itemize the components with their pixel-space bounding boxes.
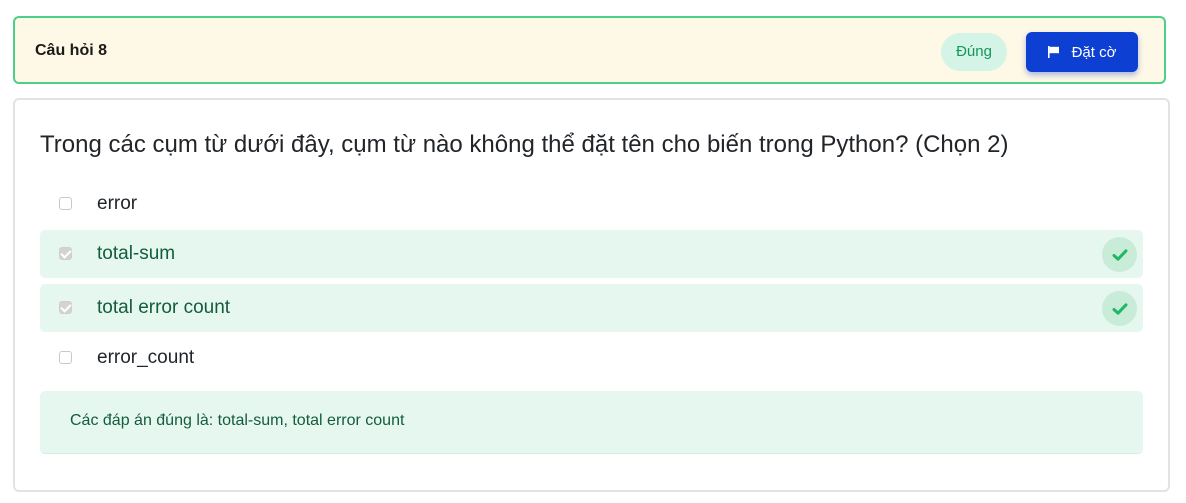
check-icon (1102, 237, 1137, 272)
option-checkbox[interactable] (59, 301, 72, 314)
flag-button[interactable]: Đặt cờ (1026, 32, 1138, 72)
status-badge: Đúng (941, 33, 1007, 71)
check-icon (1102, 291, 1137, 326)
option-error-count[interactable]: error_count (40, 334, 1143, 382)
question-text: Trong các cụm từ dưới đây, cụm từ nào kh… (40, 131, 1009, 158)
option-error[interactable]: error (40, 180, 1143, 228)
correct-answer-text: Các đáp án đúng là: total-sum, total err… (70, 412, 405, 429)
question-card: Trong các cụm từ dưới đây, cụm từ nào kh… (13, 98, 1170, 492)
flag-icon (1047, 46, 1060, 58)
flag-button-label: Đặt cờ (1071, 43, 1117, 61)
option-total-error-count[interactable]: total error count (40, 284, 1143, 332)
correct-answer-feedback: Các đáp án đúng là: total-sum, total err… (40, 391, 1143, 454)
option-label: error_count (97, 347, 195, 368)
option-checkbox[interactable] (59, 247, 72, 260)
question-header: Câu hỏi 8 Đúng Đặt cờ (13, 16, 1166, 84)
option-label: error (97, 193, 138, 214)
option-total-sum[interactable]: total-sum (40, 230, 1143, 278)
question-number: Câu hỏi 8 (35, 42, 108, 59)
option-checkbox[interactable] (59, 197, 72, 210)
option-label: total error count (97, 297, 231, 318)
option-label: total-sum (97, 243, 176, 264)
option-checkbox[interactable] (59, 351, 72, 364)
